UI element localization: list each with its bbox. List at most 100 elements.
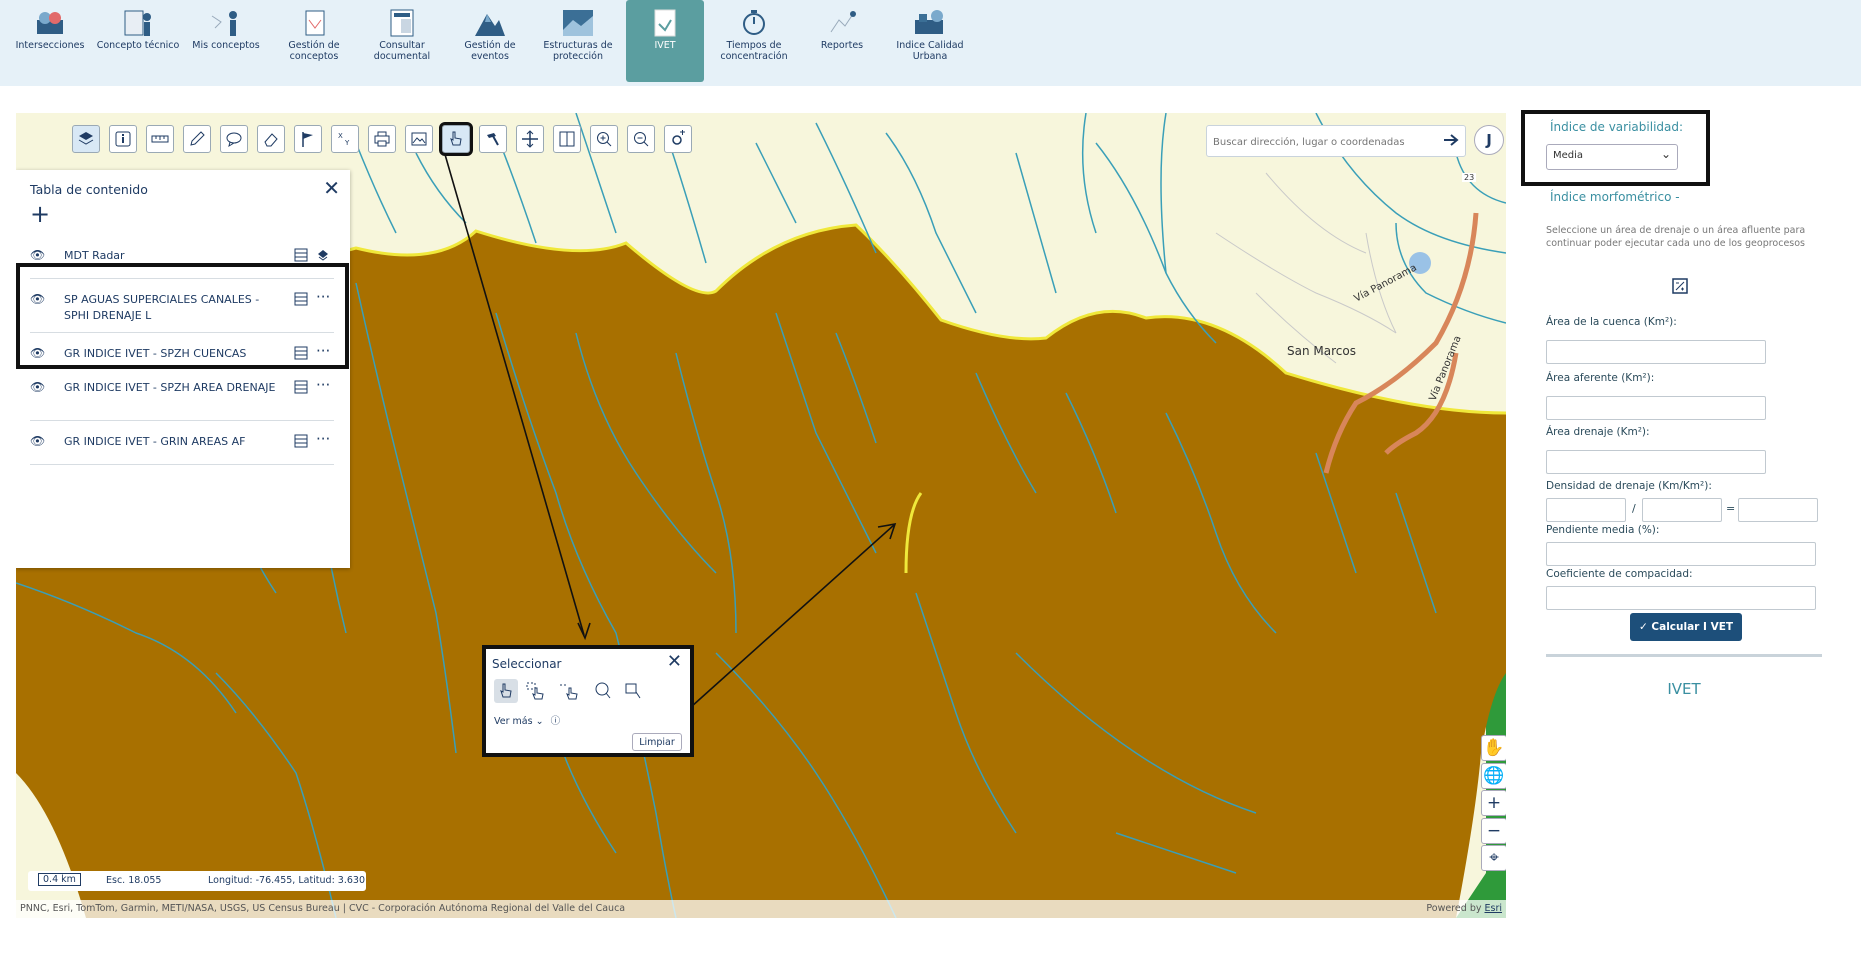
close-icon[interactable]: ✕ — [323, 176, 340, 200]
more-options-icon[interactable]: ··· — [316, 430, 330, 448]
document-query-icon — [390, 9, 414, 37]
mean-slope-input[interactable] — [1546, 542, 1816, 566]
flag-icon — [302, 132, 313, 147]
draw-button[interactable] — [183, 125, 211, 153]
map-attribution: PNNC, Esri, TomTom, Garmin, METI/NASA, U… — [16, 900, 1506, 918]
nav-indice-calidad-urbana[interactable]: Indice Calidad Urbana — [886, 0, 974, 82]
select-circle-tool[interactable] — [592, 679, 616, 703]
coordinate-button[interactable]: XY — [331, 125, 359, 153]
select-point-tool[interactable] — [494, 679, 518, 703]
eraser-button[interactable] — [257, 125, 285, 153]
info-circle-icon[interactable]: ⓘ — [551, 716, 561, 727]
clear-selection-button[interactable]: Limpiar — [632, 733, 682, 751]
nav-mis-conceptos[interactable]: Mis conceptos — [182, 0, 270, 82]
variability-select[interactable]: Media ⌄ — [1546, 144, 1678, 170]
map-view[interactable]: San Marcos Vía Panorama Vía Panorama 23 … — [16, 113, 1506, 918]
afferent-area-input[interactable] — [1546, 396, 1766, 420]
image-button[interactable] — [405, 125, 433, 153]
reports-icon — [830, 11, 856, 33]
chevron-down-icon: ⌄ — [1660, 147, 1671, 161]
nav-ivet[interactable]: IVET — [626, 0, 704, 82]
my-concepts-icon — [211, 11, 237, 36]
layer-name: GR INDICE IVET - SPZH AREA DRENAJE — [64, 381, 276, 394]
basemap-button[interactable]: 🌐 — [1481, 763, 1506, 789]
nav-intersecciones[interactable]: Intersecciones — [6, 0, 94, 82]
measure-button[interactable] — [146, 125, 174, 153]
layer-name: GR INDICE IVET - GRIN AREAS AF — [64, 435, 246, 448]
road-number: 23 — [1462, 173, 1477, 182]
ivet-side-panel: Índice de variabilidad: Media ⌄ Índice m… — [1520, 110, 1830, 810]
table-icon[interactable] — [294, 380, 308, 394]
calculate-ivet-button[interactable]: ✓ Calcular I VET — [1630, 613, 1742, 641]
nav-tiempos-concentracion[interactable]: Tiempos de concentración — [710, 0, 798, 82]
circle-select-icon — [595, 682, 611, 699]
morphometric-label: Índice morfométrico - — [1550, 190, 1680, 204]
select-rectangle-tool[interactable] — [524, 679, 548, 703]
add-layer-icon[interactable]: + — [30, 200, 50, 228]
select-button[interactable] — [439, 122, 473, 156]
eye-icon[interactable]: 👁 — [30, 434, 45, 448]
address-search-input[interactable] — [1211, 128, 1435, 156]
manage-concepts-icon — [305, 10, 325, 36]
divider — [30, 420, 334, 421]
draw-icon — [190, 131, 205, 146]
zoom-out-icon — [634, 132, 649, 147]
density-length-input[interactable] — [1546, 498, 1626, 522]
print-button[interactable] — [368, 125, 396, 153]
comment-button[interactable] — [220, 125, 248, 153]
settings-button[interactable] — [664, 125, 692, 153]
split-button[interactable] — [553, 125, 581, 153]
see-more-link[interactable]: Ver más ⌄ ⓘ — [494, 713, 560, 727]
table-icon[interactable] — [294, 434, 308, 448]
drainage-area-input[interactable] — [1546, 450, 1766, 474]
zoom-in-button[interactable] — [590, 125, 618, 153]
toc-title: Tabla de contenido — [30, 182, 148, 197]
search-go-icon[interactable] — [1443, 133, 1459, 147]
density-result-input[interactable] — [1738, 498, 1818, 522]
nav-concepto-tecnico[interactable]: Concepto técnico — [94, 0, 182, 82]
zoom-in-icon — [597, 132, 612, 147]
move-button[interactable] — [516, 125, 544, 153]
eye-icon[interactable]: 👁 — [30, 380, 45, 394]
field-label: Área drenaje (Km²): — [1546, 426, 1650, 438]
info-button[interactable] — [109, 125, 137, 153]
flag-button[interactable] — [294, 125, 322, 153]
nav-estructuras-proteccion[interactable]: Estructuras de protección — [534, 0, 622, 82]
compactness-input[interactable] — [1546, 586, 1816, 610]
basin-area-input[interactable] — [1546, 340, 1766, 364]
close-icon[interactable]: ✕ — [667, 651, 682, 672]
user-avatar[interactable]: J — [1474, 125, 1504, 155]
more-options-icon[interactable]: ··· — [316, 376, 330, 394]
stopwatch-icon — [743, 10, 765, 35]
nav-gestion-eventos[interactable]: Gestión de eventos — [446, 0, 534, 82]
table-icon[interactable] — [294, 248, 308, 262]
nav-label: Tiempos de concentración — [720, 40, 788, 62]
instructions-text: Seleccione un área de drenaje o un área … — [1546, 225, 1806, 249]
eye-icon[interactable]: 👁 — [30, 248, 45, 262]
density-area-input[interactable] — [1642, 498, 1722, 522]
hammer-button[interactable] — [479, 125, 507, 153]
variability-label: Índice de variabilidad: — [1550, 120, 1684, 134]
nav-reportes[interactable]: Reportes — [798, 0, 886, 82]
zoom-out-control[interactable]: − — [1481, 818, 1506, 844]
calculator-icon[interactable] — [1672, 278, 1688, 294]
hammer-icon — [487, 133, 499, 146]
select-polygon-tool[interactable] — [622, 679, 646, 703]
layer-style-icon[interactable] — [316, 248, 330, 262]
nav-label: IVET — [654, 40, 676, 51]
nav-label: Mis conceptos — [192, 40, 260, 51]
esri-link[interactable]: Esri — [1485, 903, 1503, 914]
layers-button[interactable] — [72, 125, 100, 153]
ivet-icon — [654, 9, 676, 37]
locate-button[interactable]: ⌖ — [1481, 845, 1506, 871]
zoom-in-control[interactable]: + — [1481, 790, 1506, 816]
select-lasso-tool[interactable] — [558, 679, 582, 703]
polygon-select-icon — [625, 683, 641, 699]
rectangle-select-icon — [526, 682, 544, 700]
address-search[interactable] — [1206, 125, 1466, 157]
nav-consultar-documental[interactable]: Consultar documental — [358, 0, 446, 82]
pan-button[interactable]: ✋ — [1481, 735, 1506, 761]
zoom-out-button[interactable] — [627, 125, 655, 153]
nav-gestion-conceptos[interactable]: Gestión de conceptos — [270, 0, 358, 82]
plus-icon: + — [1486, 793, 1502, 813]
